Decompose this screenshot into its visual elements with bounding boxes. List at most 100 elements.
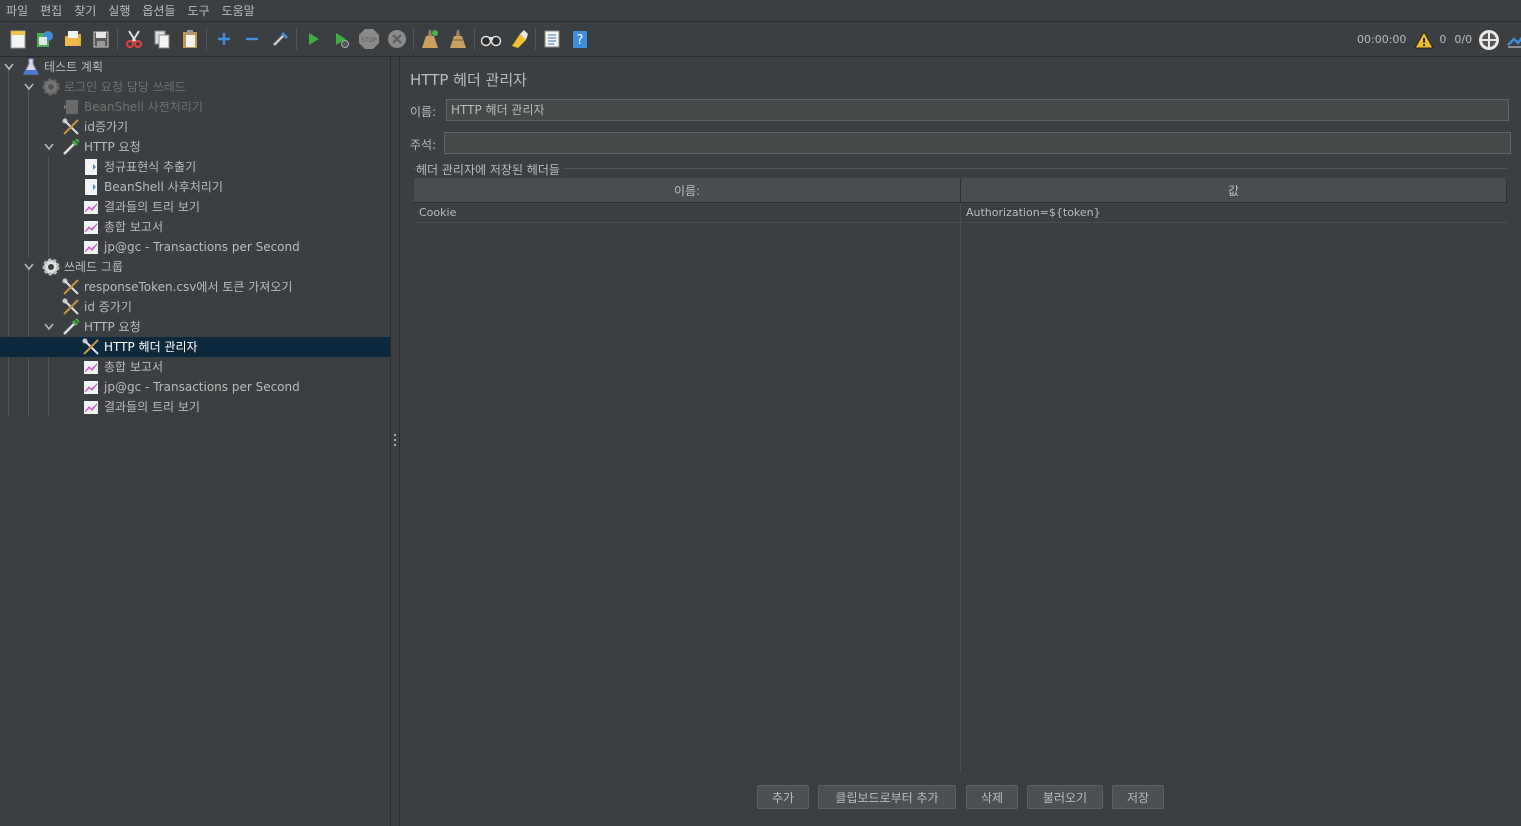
table-cell-name[interactable]: Cookie <box>414 203 960 223</box>
gear-icon <box>42 78 60 96</box>
tree-node-login-thread-group[interactable]: 로그인 요청 담당 쓰레드 <box>0 77 390 97</box>
clear-all-icon[interactable] <box>446 27 470 51</box>
delete-button[interactable]: 삭제 <box>966 785 1018 809</box>
column-divider <box>960 203 961 773</box>
collapse-icon[interactable] <box>240 27 264 51</box>
tools-icon <box>62 298 80 316</box>
load-button[interactable]: 불러오기 <box>1027 785 1103 809</box>
tree-node-view-results-tree[interactable]: 결과들의 트리 보기 <box>0 197 390 217</box>
tree-node-label: 결과들의 트리 보기 <box>104 400 200 414</box>
tree-node-label: 테스트 계획 <box>44 60 104 74</box>
tree-node-label: BeanShell 사전처리기 <box>84 100 203 114</box>
add-from-clipboard-button[interactable]: 클립보드로부터 추가 <box>818 785 956 809</box>
toolbar: STOP ? 00:00:00 ! 0 0/0 <box>0 22 1521 57</box>
warning-count: 0 <box>1439 33 1447 46</box>
tree-node-http-request-2[interactable]: HTTP 요청 <box>0 317 390 337</box>
tree-node-id-counter[interactable]: id증가기 <box>0 117 390 137</box>
graph-icon <box>82 398 100 416</box>
chevron-down-icon[interactable] <box>3 57 15 77</box>
menu-run[interactable]: 실행 <box>102 1 136 21</box>
tree-node-label: responseToken.csv에서 토큰 가져오기 <box>84 280 293 294</box>
menu-search[interactable]: 찾기 <box>68 1 102 21</box>
clear-icon[interactable] <box>418 27 442 51</box>
save-icon[interactable] <box>89 27 113 51</box>
templates-icon[interactable] <box>33 27 57 51</box>
tree-node-beanshell-preprocessor[interactable]: BeanShell 사전처리기 <box>0 97 390 117</box>
tree-node-http-request[interactable]: HTTP 요청 <box>0 137 390 157</box>
start-icon[interactable] <box>301 27 325 51</box>
tree-node-label: id증가기 <box>84 120 129 134</box>
tree-node-view-results-tree-2[interactable]: 결과들의 트리 보기 <box>0 397 390 417</box>
add-button[interactable]: 추가 <box>757 785 809 809</box>
shutdown-icon[interactable] <box>385 27 409 51</box>
tree-node-id-counter-2[interactable]: id 증가기 <box>0 297 390 317</box>
chevron-down-icon[interactable] <box>23 257 35 277</box>
menu-options[interactable]: 옵션들 <box>136 1 181 21</box>
tree-node-label: id 증가기 <box>84 300 132 314</box>
tree-node-beanshell-postprocessor[interactable]: BeanShell 사후처리기 <box>0 177 390 197</box>
cut-icon[interactable] <box>122 27 146 51</box>
button-row: 추가 클립보드로부터 추가 삭제 불러오기 저장 <box>400 785 1521 809</box>
remote-icon[interactable] <box>1478 29 1500 51</box>
tools-icon <box>82 338 100 356</box>
chevron-down-icon[interactable] <box>43 137 55 157</box>
new-icon[interactable] <box>6 27 30 51</box>
graph-icon <box>82 378 100 396</box>
tree-node-http-header-manager[interactable]: HTTP 헤더 관리자 <box>0 337 390 357</box>
divider-grip-icon[interactable] <box>394 434 396 446</box>
toggle-icon[interactable] <box>268 27 292 51</box>
paste-icon[interactable] <box>178 27 202 51</box>
name-field[interactable]: HTTP 헤더 관리자 <box>446 99 1509 121</box>
headers-table: 이름: 값 Cookie Authorization=${token} <box>414 178 1507 773</box>
column-header-name[interactable]: 이름: <box>414 178 961 203</box>
copy-icon[interactable] <box>150 27 174 51</box>
reset-search-icon[interactable] <box>507 27 531 51</box>
help-icon[interactable]: ? <box>568 27 592 51</box>
tree-node-transactions-per-second-2[interactable]: jp@gc - Transactions per Second <box>0 377 390 397</box>
tree-node-aggregate-report-2[interactable]: 총합 보고서 <box>0 357 390 377</box>
expand-icon[interactable] <box>212 27 236 51</box>
search-icon[interactable] <box>479 27 503 51</box>
tree-node-label: BeanShell 사후처리기 <box>104 180 223 194</box>
tree-node-thread-group[interactable]: 쓰레드 그룹 <box>0 257 390 277</box>
flask-icon <box>22 58 40 76</box>
menu-file[interactable]: 파일 <box>0 1 34 21</box>
menu-edit[interactable]: 편집 <box>34 1 68 21</box>
thread-count: 0/0 <box>1454 33 1473 46</box>
pipette-icon <box>62 318 80 336</box>
tree-node-regex-extractor[interactable]: 정규표현식 추출기 <box>0 157 390 177</box>
start-no-pause-icon[interactable] <box>329 27 353 51</box>
warning-icon[interactable]: ! <box>1414 30 1435 49</box>
chevron-down-icon[interactable] <box>43 317 55 337</box>
save-button[interactable]: 저장 <box>1112 785 1164 809</box>
graph-icon <box>82 218 100 236</box>
status-area: 00:00:00 ! 0 0/0 <box>1357 22 1521 57</box>
table-cell-value[interactable]: Authorization=${token} <box>961 203 1507 223</box>
tree-node-label: HTTP 헤더 관리자 <box>104 340 198 354</box>
open-icon[interactable] <box>61 27 85 51</box>
tree-node-label: jp@gc - Transactions per Second <box>104 240 300 254</box>
tree-node-label: 총합 보고서 <box>104 220 164 234</box>
function-helper-icon[interactable] <box>540 27 564 51</box>
log-viewer-icon[interactable] <box>1506 31 1521 49</box>
tree-node-label: jp@gc - Transactions per Second <box>104 380 300 394</box>
tree-node-csv-token[interactable]: responseToken.csv에서 토큰 가져오기 <box>0 277 390 297</box>
tree-node-aggregate-report[interactable]: 총합 보고서 <box>0 217 390 237</box>
http-header-manager-panel: HTTP 헤더 관리자 이름: HTTP 헤더 관리자 주석: 헤더 관리자에 … <box>400 57 1521 826</box>
document-icon <box>82 158 100 176</box>
tree-node-label: 결과들의 트리 보기 <box>104 200 200 214</box>
tree-node-transactions-per-second[interactable]: jp@gc - Transactions per Second <box>0 237 390 257</box>
tree-node-test-plan[interactable]: 테스트 계획 <box>0 57 390 77</box>
name-label: 이름: <box>410 105 437 119</box>
menu-tools[interactable]: 도구 <box>182 1 216 21</box>
tree-node-label: 총합 보고서 <box>104 360 164 374</box>
pipette-icon <box>62 138 80 156</box>
chevron-down-icon[interactable] <box>23 77 35 97</box>
menu-help[interactable]: 도움말 <box>216 1 261 21</box>
column-header-value[interactable]: 값 <box>961 178 1507 203</box>
comment-field[interactable] <box>444 132 1511 154</box>
tools-icon <box>62 118 80 136</box>
headers-group-title: 헤더 관리자에 저장된 헤더들 <box>416 161 564 178</box>
group-border <box>414 168 1507 169</box>
stop-icon[interactable]: STOP <box>357 27 381 51</box>
